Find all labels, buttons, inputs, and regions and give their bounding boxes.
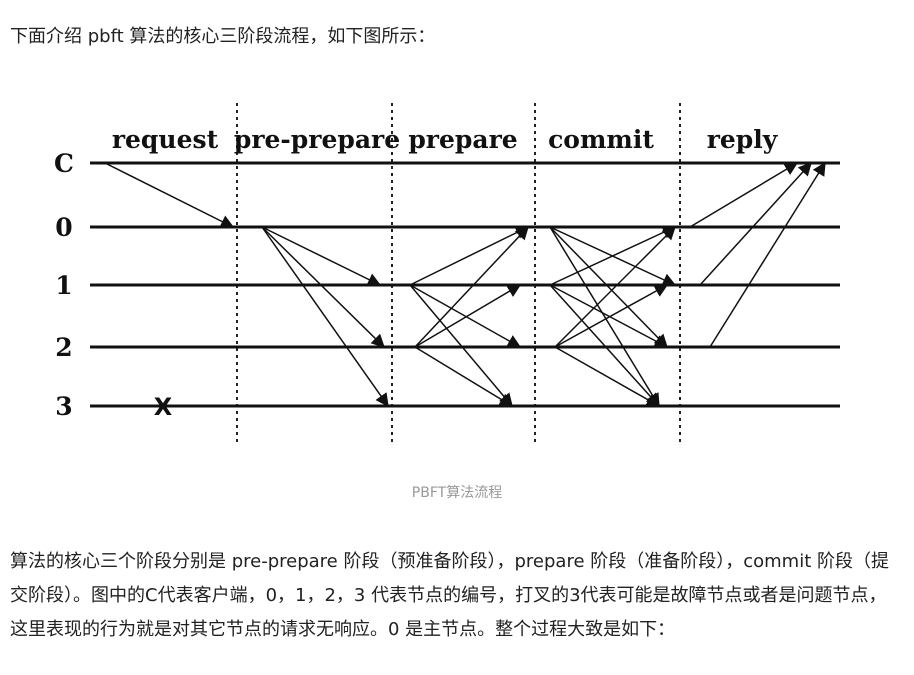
figure-caption: PBFT算法流程	[411, 485, 503, 501]
phase-label-request: request	[112, 125, 219, 154]
message-arrow	[414, 346, 514, 407]
phase-label-commit: commit	[548, 125, 654, 154]
message-arrow	[414, 226, 529, 348]
message-arrow	[549, 226, 668, 348]
pbft-diagram: request pre-prepare prepare commit reply C 0 1…	[54, 103, 840, 443]
message-arrow	[261, 226, 385, 348]
intro-paragraph: 下面介绍 pbft 算法的核心三阶段流程，如下图所示：	[10, 26, 436, 47]
message-arrow	[554, 226, 676, 348]
message-arrow	[554, 346, 661, 407]
fault-x-icon: X	[154, 393, 173, 421]
message-arrow	[699, 162, 812, 286]
node-label-2: 2	[55, 333, 72, 362]
body-paragraph: 算法的核心三个阶段分别是 pre-prepare 阶段（预准备阶段），prepa…	[10, 551, 889, 640]
message-arrow	[409, 226, 530, 286]
node-label-1: 1	[55, 271, 72, 300]
phase-label-prepare: prepare	[408, 125, 517, 154]
node-label-C: C	[54, 149, 74, 178]
phase-label-pre-prepare: pre-prepare	[234, 125, 400, 154]
node-label-0: 0	[55, 213, 72, 242]
message-arrow	[104, 162, 235, 228]
message-arrow	[549, 226, 660, 408]
phase-label-reply: reply	[707, 125, 779, 154]
message-arrow	[261, 226, 389, 408]
message-arrow	[261, 226, 382, 286]
node-label-3: 3	[55, 392, 72, 421]
